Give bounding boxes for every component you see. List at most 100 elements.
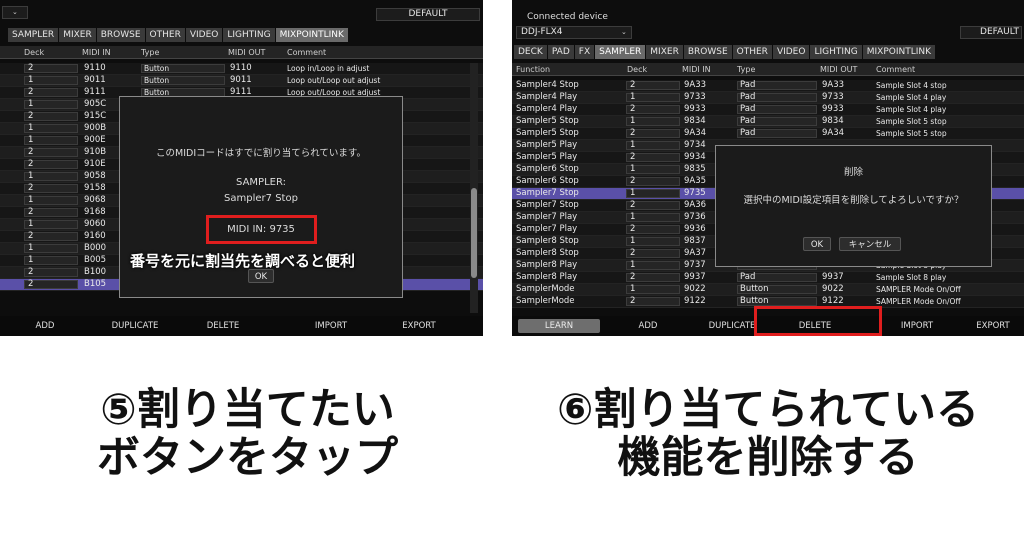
left-screenshot-panel: ⌄ DEFAULT SAMPLER MIXER BROWSE OTHER VIDEO LI… bbox=[0, 0, 483, 336]
comment-value: Sample Slot 4 play bbox=[876, 93, 947, 102]
deck-value: 1 bbox=[630, 212, 636, 222]
midi-in-value: 9937 bbox=[684, 272, 706, 282]
type-value: Button bbox=[740, 284, 769, 294]
function-value: SamplerMode bbox=[516, 284, 575, 294]
tab-deck[interactable]: DECK bbox=[514, 45, 547, 59]
type-value: Button bbox=[144, 64, 170, 73]
import-button[interactable]: IMPORT bbox=[286, 319, 376, 333]
deck-value: 1 bbox=[630, 116, 636, 126]
midi-in-value: 900E bbox=[84, 135, 106, 145]
deck-value: 2 bbox=[630, 128, 636, 138]
import-button[interactable]: IMPORT bbox=[872, 319, 962, 333]
deck-value: 2 bbox=[28, 159, 34, 169]
type-value: Pad bbox=[740, 104, 756, 114]
dialog-ok-button[interactable]: OK bbox=[248, 269, 274, 283]
export-button[interactable]: EXPORT bbox=[962, 319, 1024, 333]
deck-value: 1 bbox=[630, 92, 636, 102]
midi-in-value: 9733 bbox=[684, 92, 706, 102]
deck-value: 1 bbox=[630, 236, 636, 246]
delete-dialog-title: 削除 bbox=[843, 167, 863, 178]
table-row[interactable]: Sampler4 Play 1 9733 Pad 9733 Sample Slot 4 p… bbox=[512, 92, 1024, 104]
deck-value: 2 bbox=[630, 80, 636, 90]
type-value: Button bbox=[144, 76, 170, 85]
deck-value: 2 bbox=[630, 248, 636, 258]
midi-in-value: 9735 bbox=[684, 188, 706, 198]
tab-video[interactable]: VIDEO bbox=[772, 45, 810, 59]
right-preset-select[interactable]: DEFAULT bbox=[960, 26, 1022, 39]
table-row[interactable]: Sampler5 Stop 1 9834 Pad 9834 Sample Slot 5 s… bbox=[512, 116, 1024, 128]
midi-out-value: 9110 bbox=[230, 63, 252, 73]
function-value: Sampler6 Stop bbox=[516, 176, 579, 186]
function-value: Sampler5 Play bbox=[516, 140, 578, 150]
table-row[interactable]: Sampler4 Stop 2 9A33 Pad 9A33 Sample Slot 4 s… bbox=[512, 80, 1024, 92]
midi-in-value: 9737 bbox=[684, 260, 706, 270]
delete-ok-button[interactable]: OK bbox=[803, 237, 831, 251]
function-value: Sampler5 Stop bbox=[516, 128, 579, 138]
tab-lighting[interactable]: LIGHTING bbox=[810, 45, 862, 59]
device-select[interactable]: DDJ-FLX4 ⌄ bbox=[516, 26, 632, 39]
col-comment: Comment bbox=[287, 48, 327, 57]
col-type: Type bbox=[737, 65, 756, 74]
tab-video[interactable]: VIDEO bbox=[185, 28, 223, 42]
left-scrollbar-track[interactable] bbox=[470, 63, 478, 313]
deck-value: 2 bbox=[28, 183, 34, 193]
deck-value: 2 bbox=[28, 267, 34, 277]
table-row[interactable]: Sampler8 Play 2 9937 Pad 9937 Sample Slot 8 p… bbox=[512, 272, 1024, 284]
tab-pad[interactable]: PAD bbox=[547, 45, 574, 59]
table-row[interactable]: 2 9110 Button 9110 Loop in/Loop in adjust bbox=[0, 63, 483, 75]
tab-mixpointlink[interactable]: MIXPOINTLINK bbox=[862, 45, 936, 59]
tab-sampler[interactable]: SAMPLER bbox=[595, 45, 646, 59]
tab-other[interactable]: OTHER bbox=[732, 45, 772, 59]
left-preset-select[interactable]: DEFAULT bbox=[376, 8, 480, 21]
midi-in-value: 905C bbox=[84, 99, 107, 109]
table-row[interactable]: 1 9011 Button 9011 Loop out/Loop out adjust bbox=[0, 75, 483, 87]
connected-device-label: Connected device bbox=[527, 12, 608, 22]
midi-in-value: B100 bbox=[84, 267, 107, 277]
tab-mixer[interactable]: MIXER bbox=[646, 45, 683, 59]
col-midi-in: MIDI IN bbox=[82, 48, 111, 57]
midi-in-value: 900B bbox=[84, 123, 107, 133]
midi-in-value: 910B bbox=[84, 147, 107, 157]
duplicate-button[interactable]: DUPLICATE bbox=[90, 319, 180, 333]
export-button[interactable]: EXPORT bbox=[376, 319, 462, 333]
col-midi-in: MIDI IN bbox=[682, 65, 711, 74]
midi-in-value: 9168 bbox=[84, 207, 106, 217]
tab-other[interactable]: OTHER bbox=[145, 28, 185, 42]
learn-button[interactable]: LEARN bbox=[518, 319, 600, 333]
table-row[interactable]: Sampler4 Play 2 9933 Pad 9933 Sample Slot 4 p… bbox=[512, 104, 1024, 116]
col-midi-out: MIDI OUT bbox=[820, 65, 858, 74]
table-row[interactable]: Sampler5 Stop 2 9A34 Pad 9A34 Sample Slot 5 s… bbox=[512, 128, 1024, 140]
tab-lighting[interactable]: LIGHTING bbox=[223, 28, 275, 42]
deck-value: 1 bbox=[630, 164, 636, 174]
tab-browse[interactable]: BROWSE bbox=[96, 28, 145, 42]
deck-value: 1 bbox=[28, 219, 34, 229]
tab-fx[interactable]: FX bbox=[574, 45, 595, 59]
function-value: Sampler5 Stop bbox=[516, 116, 579, 126]
tab-browse[interactable]: BROWSE bbox=[683, 45, 732, 59]
function-value: SamplerMode bbox=[516, 296, 575, 306]
left-top-dropdown[interactable]: ⌄ bbox=[2, 6, 28, 19]
delete-cancel-button[interactable]: キャンセル bbox=[839, 237, 901, 251]
add-button[interactable]: ADD bbox=[0, 319, 90, 333]
tab-mixer[interactable]: MIXER bbox=[59, 28, 96, 42]
midi-in-value: 9A34 bbox=[684, 128, 707, 138]
left-action-bar: ADD DUPLICATE DELETE IMPORT EXPORT bbox=[0, 316, 483, 336]
deck-value: 1 bbox=[630, 188, 636, 198]
left-scrollbar-thumb[interactable] bbox=[471, 188, 477, 278]
table-row[interactable]: SamplerMode 1 9022 Button 9022 SAMPLER Mode O… bbox=[512, 284, 1024, 296]
deck-value: 2 bbox=[28, 231, 34, 241]
tab-mixpointlink[interactable]: MIXPOINTLINK bbox=[275, 28, 348, 42]
tab-sampler[interactable]: SAMPLER bbox=[8, 28, 59, 42]
add-button[interactable]: ADD bbox=[607, 319, 689, 333]
left-tab-bar: SAMPLER MIXER BROWSE OTHER VIDEO LIGHTING MIXP… bbox=[8, 28, 483, 42]
deck-value: 1 bbox=[28, 75, 34, 85]
delete-button[interactable]: DELETE bbox=[180, 319, 266, 333]
type-value: Pad bbox=[740, 272, 756, 282]
chevron-down-icon: ⌄ bbox=[12, 8, 18, 16]
col-function: Function bbox=[516, 65, 551, 74]
deck-value: 1 bbox=[28, 255, 34, 265]
comment-value: Sample Slot 4 play bbox=[876, 105, 947, 114]
midi-in-value: 9060 bbox=[84, 219, 106, 229]
midi-out-value: 9937 bbox=[822, 272, 844, 282]
midi-in-value: 9933 bbox=[684, 104, 706, 114]
